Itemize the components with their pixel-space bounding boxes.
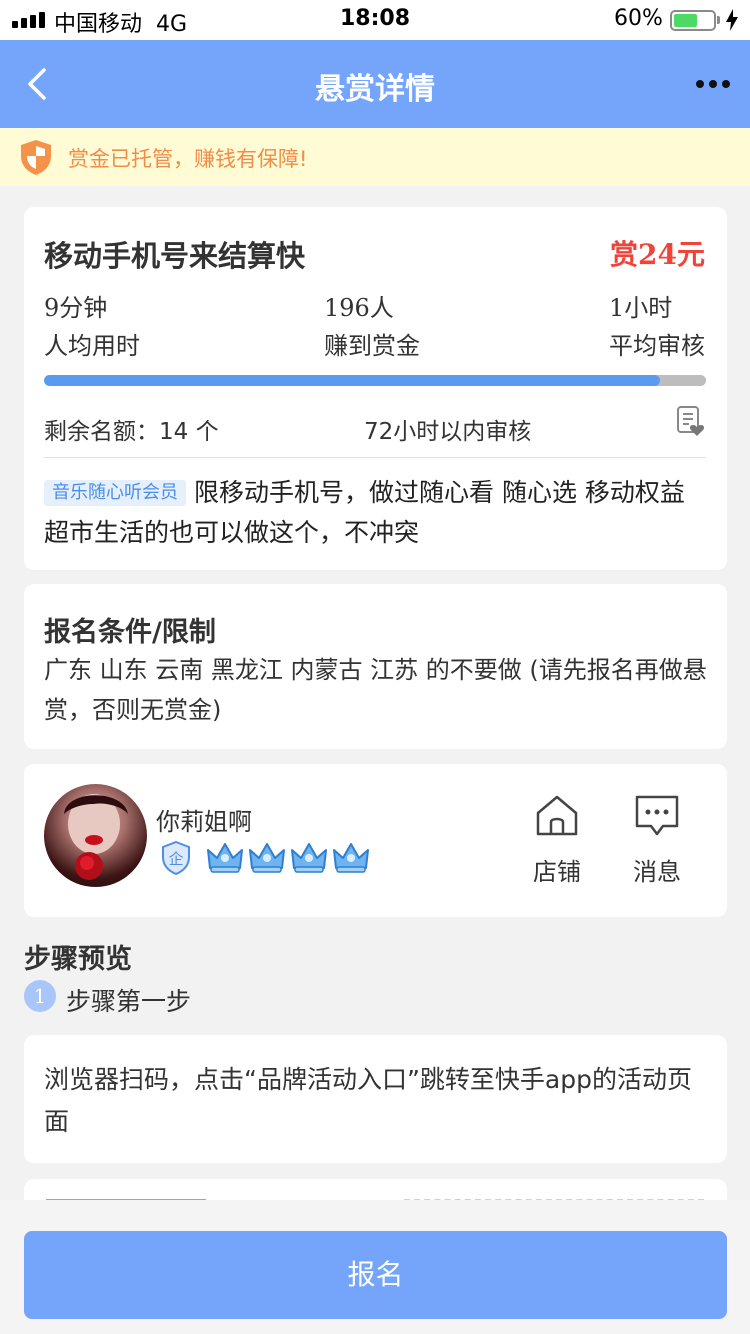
message-button[interactable]: 消息 — [622, 792, 692, 892]
page-title: 悬赏详情 — [315, 72, 435, 107]
conditions-card: 报名条件/限制 广东 山东 云南 黑龙江 内蒙古 江苏 的不要做 (请先报名再做… — [24, 584, 727, 749]
stat-label: 赚到赏金 — [324, 332, 420, 360]
conditions-text: 广东 山东 云南 黑龙江 内蒙古 江苏 的不要做 (请先报名再做悬赏，否则无赏金… — [44, 656, 707, 724]
stat-label: 人均用时 — [44, 332, 140, 360]
stat-avg-audit: 1小时 平均审核 — [609, 289, 705, 365]
shop-label: 店铺 — [533, 858, 581, 886]
task-tag: 音乐随心听会员 — [44, 480, 186, 506]
progress-fill — [44, 375, 660, 386]
message-label: 消息 — [633, 858, 681, 886]
stat-value: 1小时 — [609, 294, 673, 322]
more-dots-icon[interactable] — [690, 72, 736, 96]
battery-icon — [670, 10, 716, 31]
task-summary-card: 移动手机号来结算快 赏24元 9分钟 人均用时 196人 赚到赏金 1小时 平均… — [24, 207, 727, 570]
shop-button[interactable]: 店铺 — [522, 792, 592, 892]
step-card: 浏览器扫码，点击“品牌活动入口”跳转至快手app的活动页面 — [24, 1035, 727, 1163]
badge-text: 企 — [168, 850, 183, 868]
stat-avg-time: 9分钟 人均用时 — [44, 289, 140, 365]
level-crowns — [206, 840, 370, 878]
reward-amount: 赏24元 — [610, 238, 705, 271]
audit-time: 72小时以内审核 — [364, 419, 532, 445]
stat-value: 196人 — [324, 294, 394, 322]
notice-text: 赏金已托管，赚钱有保障! — [68, 147, 308, 171]
shield-icon — [21, 140, 51, 175]
avatar[interactable] — [44, 784, 147, 887]
quota-progress-bar — [44, 375, 706, 386]
home-icon — [536, 795, 578, 836]
battery-tip — [717, 16, 720, 24]
stat-earned-count: 196人 赚到赏金 — [324, 289, 420, 365]
stat-value: 9分钟 — [44, 294, 108, 322]
charging-icon — [726, 9, 738, 31]
guarantee-notice: 赏金已托管，赚钱有保障! — [0, 128, 750, 186]
publisher-card: 你莉姐啊 企 店铺 消息 — [24, 764, 727, 917]
crown-icon — [290, 840, 328, 878]
chat-icon — [635, 795, 679, 836]
signup-button[interactable]: 报名 — [24, 1231, 727, 1319]
nav-bar: 悬赏详情 — [0, 40, 750, 128]
publisher-name: 你莉姐啊 — [156, 808, 252, 836]
step-number: 1 — [24, 980, 56, 1012]
battery-percent: 60% — [614, 6, 663, 31]
status-bar: 中国移动 4G 18:08 60% — [0, 0, 750, 40]
crown-icon — [332, 840, 370, 878]
task-description: 音乐随心听会员 限移动手机号，做过随心看 随心选 移动权益超市生活的也可以做这个，… — [44, 473, 709, 553]
crown-icon — [248, 840, 286, 878]
remaining-quota: 剩余名额：14 个 — [44, 419, 219, 445]
divider — [44, 457, 706, 458]
stat-label: 平均审核 — [609, 332, 705, 360]
step-description: 浏览器扫码，点击“品牌活动入口”跳转至快手app的活动页面 — [44, 1065, 692, 1136]
conditions-title: 报名条件/限制 — [44, 617, 216, 648]
crown-icon — [206, 840, 244, 878]
task-title: 移动手机号来结算快 — [44, 239, 306, 273]
steps-title: 步骤预览 — [24, 944, 132, 975]
step-label: 步骤第一步 — [66, 987, 192, 1016]
document-heart-icon[interactable] — [676, 405, 706, 437]
bottom-bar: 报名 — [0, 1200, 750, 1334]
enterprise-badge-icon: 企 — [161, 840, 191, 879]
